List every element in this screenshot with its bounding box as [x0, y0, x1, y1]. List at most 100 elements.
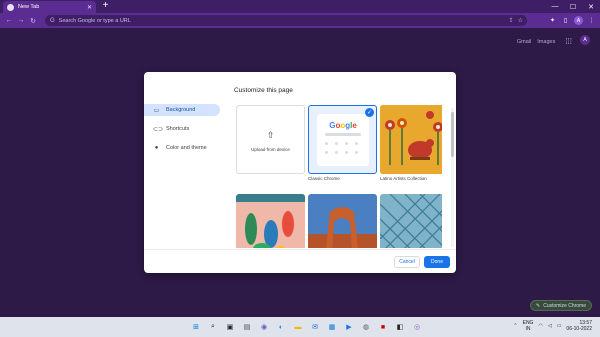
clock-date: 06-10-2022 [566, 326, 592, 332]
pencil-icon: ✎ [536, 302, 541, 309]
google-preview-card: Google [317, 114, 369, 166]
omnibox-input[interactable] [58, 17, 439, 24]
account-avatar[interactable]: A [580, 35, 590, 45]
google-g-icon: G [50, 17, 55, 24]
language-indicator[interactable]: ENG IN [523, 320, 534, 332]
chevron-up-icon[interactable]: ⌃ [513, 323, 517, 329]
dialog-title: Customize this page [234, 87, 293, 94]
chrome-taskbar-icon[interactable]: ◎ [411, 321, 423, 333]
nav-item-color-theme[interactable]: ● Color and theme [144, 142, 220, 154]
customize-chrome-button[interactable]: ✎ Customize Chrome [530, 300, 592, 311]
office-icon[interactable]: ■ [377, 321, 389, 333]
page-header-links: Gmail Images ⁞⁞⁞ [517, 37, 572, 46]
shortcut-dot [345, 151, 348, 154]
dialog-side-nav: ▭ Background ⊂⊃ Shortcuts ● Color and th… [144, 104, 220, 161]
background-icon: ▭ [153, 107, 160, 114]
customize-dialog: Customize this page ▭ Background ⊂⊃ Shor… [144, 72, 456, 273]
palette-icon: ● [154, 145, 159, 151]
arch-photo [308, 194, 377, 248]
shortcut-dot [325, 142, 328, 145]
file-explorer-icon[interactable]: ▬ [292, 321, 304, 333]
taskbar-apps: ⊞ ⌕ ▣ ▤ ◉ ◐ ▬ ✉ ▦ ▶ ◍ ■ ◧ ◎ [190, 321, 423, 333]
system-tray: ⌃ ENG IN ◠ ◁ ▭ 13:57 06-10-2022 [513, 320, 592, 332]
latino-artwork [380, 105, 442, 174]
shortcut-dot [345, 142, 348, 145]
architecture-photo [380, 194, 442, 248]
customize-chrome-label: Customize Chrome [543, 302, 586, 309]
scroll-thumb[interactable] [451, 112, 454, 157]
delicate-arch-tile[interactable] [308, 194, 377, 248]
new-tab-button[interactable]: + [100, 1, 111, 12]
title-bar: New Tab ✕ + — ☐ ✕ [0, 0, 600, 13]
nav-item-label: Background [166, 107, 196, 113]
link-icon: ⊂⊃ [153, 126, 164, 133]
gmail-link[interactable]: Gmail [517, 39, 531, 45]
selected-check-icon: ✓ [365, 108, 374, 117]
upload-icon: ⇧ [267, 130, 275, 140]
tab-new-tab[interactable]: New Tab ✕ [3, 1, 96, 13]
latino-artists-tile[interactable] [380, 105, 442, 174]
tile-label-latino: Latino Artists Collection [380, 176, 427, 181]
nav-item-shortcuts[interactable]: ⊂⊃ Shortcuts [144, 123, 220, 135]
windows-taskbar: ⊞ ⌕ ▣ ▤ ◉ ◐ ▬ ✉ ▦ ▶ ◍ ■ ◧ ◎ ⌃ ENG IN ◠ ◁… [0, 317, 600, 337]
back-icon[interactable]: ← [4, 16, 14, 26]
images-link[interactable]: Images [537, 39, 555, 45]
tab-title: New Tab [18, 4, 40, 10]
clock[interactable]: 13:57 06-10-2022 [566, 320, 592, 332]
upload-from-device-tile[interactable]: ⇧ Upload from device [236, 105, 305, 174]
search-icon[interactable]: ⌕ [207, 321, 219, 333]
extensions-icon[interactable]: ✦ [548, 16, 557, 25]
background-grid: ⇧ Upload from device Google ✓ Classic Ch… [234, 105, 442, 248]
done-button[interactable]: Done [424, 256, 450, 268]
forward-icon[interactable]: → [16, 16, 26, 26]
shortcut-dot [355, 151, 358, 154]
share-icon[interactable]: ⇪ [509, 17, 514, 24]
shortcut-dot [325, 151, 328, 154]
window-controls: — ☐ ✕ [546, 0, 600, 13]
minimize-button[interactable]: — [546, 0, 564, 13]
google-logo: Google [329, 121, 357, 130]
tile-label-classic: Classic Chrome [308, 176, 340, 181]
shortcut-dot [355, 142, 358, 145]
plants-artwork [236, 194, 305, 248]
chrome-favicon-icon [7, 3, 14, 11]
art-plants-tile[interactable] [236, 194, 305, 248]
nav-item-label: Shortcuts [166, 126, 190, 132]
media-icon[interactable]: ◧ [394, 321, 406, 333]
classic-chrome-tile[interactable]: Google ✓ [308, 105, 377, 174]
wifi-icon[interactable]: ◠ [538, 323, 542, 329]
shortcut-dot [335, 151, 338, 154]
sidebar-icon[interactable]: ▯ [561, 16, 570, 25]
cancel-button[interactable]: Cancel [394, 256, 420, 268]
bookmark-star-icon[interactable]: ☆ [518, 17, 523, 24]
shortcut-dot [335, 142, 338, 145]
zoom-icon[interactable]: ▶ [343, 321, 355, 333]
nav-item-label: Color and theme [166, 145, 207, 151]
dialog-divider [144, 249, 456, 250]
reload-icon[interactable]: ↻ [28, 16, 38, 26]
profile-avatar[interactable]: A [574, 16, 583, 25]
close-window-button[interactable]: ✕ [582, 0, 600, 13]
volume-icon[interactable]: ◁ [548, 323, 552, 329]
store-icon[interactable]: ▦ [326, 321, 338, 333]
teams-chat-icon[interactable]: ◉ [258, 321, 270, 333]
task-view-icon[interactable]: ▣ [224, 321, 236, 333]
mail-icon[interactable]: ✉ [309, 321, 321, 333]
battery-icon[interactable]: ▭ [557, 323, 562, 329]
menu-icon[interactable]: ⋮ [587, 16, 596, 25]
app-icon[interactable]: ◍ [360, 321, 372, 333]
widgets-icon[interactable]: ▤ [241, 321, 253, 333]
architecture-tile[interactable] [380, 194, 442, 248]
windows-start-icon[interactable]: ⊞ [190, 321, 202, 333]
search-bar-preview [325, 133, 361, 136]
omnibox[interactable]: G ⇪ ☆ [45, 15, 527, 26]
edge-icon[interactable]: ◐ [275, 321, 287, 333]
nav-item-background[interactable]: ▭ Background [144, 104, 220, 116]
lang-bottom: IN [525, 326, 531, 332]
tab-close-icon[interactable]: ✕ [87, 4, 92, 11]
upload-label: Upload from device [251, 147, 290, 152]
browser-toolbar: ← → ↻ G ⇪ ☆ ✦ ▯ A ⋮ [0, 13, 600, 28]
maximize-button[interactable]: ☐ [564, 0, 582, 13]
dialog-scrollbar[interactable] [451, 108, 454, 247]
apps-grid-icon[interactable]: ⁞⁞⁞ [565, 37, 572, 46]
